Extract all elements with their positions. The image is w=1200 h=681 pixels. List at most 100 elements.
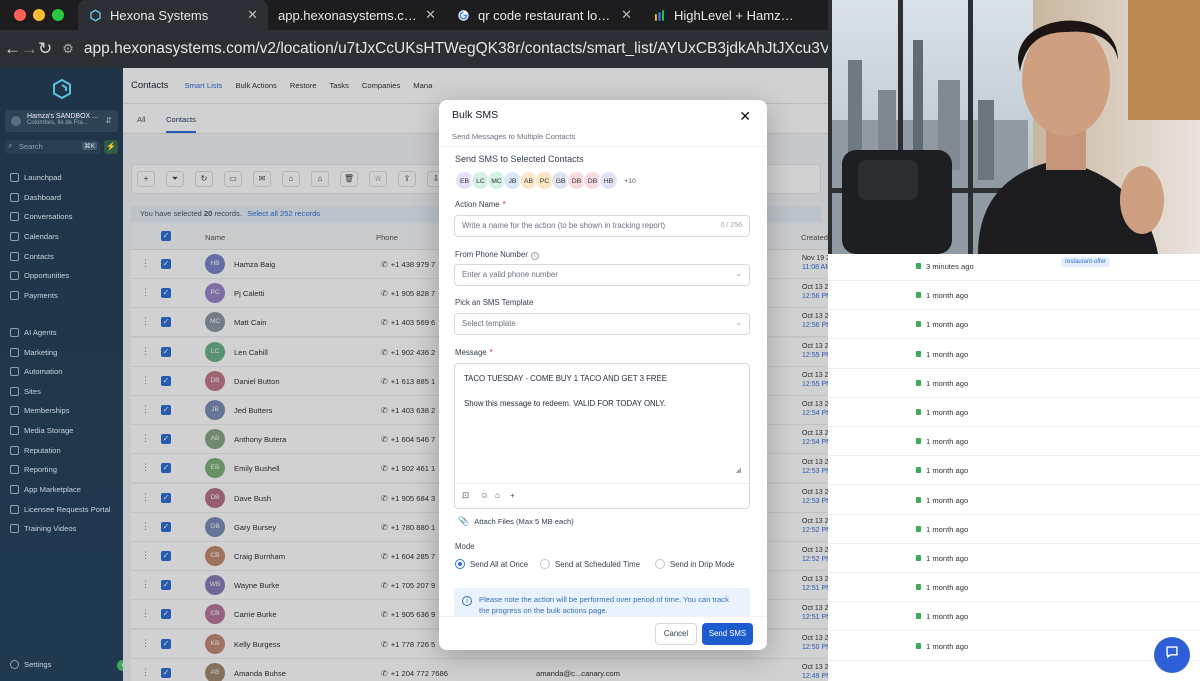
- paperclip-icon: 📎: [458, 516, 470, 526]
- sidebar-item-media-storage[interactable]: Media Storage: [10, 426, 73, 435]
- close-tab-icon[interactable]: ✕: [613, 7, 632, 23]
- close-tab-icon[interactable]: ✕: [239, 7, 258, 23]
- table-row[interactable]: 1 month ago: [828, 310, 1200, 340]
- browser-tab-google[interactable]: qr code restaurant loyalty pro ✕: [446, 0, 642, 30]
- last-activity: 1 month ago: [916, 466, 968, 475]
- table-row[interactable]: 3 minutes ago: [828, 252, 1200, 281]
- sidebar-item-label: Conversations: [24, 212, 73, 221]
- sidebar-item-sites[interactable]: Sites: [10, 387, 41, 396]
- send-sms-button[interactable]: Send SMS: [702, 623, 753, 645]
- cancel-button[interactable]: Cancel: [655, 623, 697, 645]
- divider: [455, 483, 749, 484]
- mode-scheduled-radio[interactable]: Send at Scheduled Time: [540, 559, 640, 569]
- sidebar-item-reporting[interactable]: Reporting: [10, 465, 57, 474]
- sidebar-item-label: Settings: [24, 660, 52, 669]
- attach-files-button[interactable]: 📎 Attach Files (Max 5 MB each): [458, 516, 574, 527]
- plus-icon[interactable]: +: [510, 490, 515, 500]
- site-settings-icon[interactable]: ⚙: [62, 41, 74, 57]
- table-row[interactable]: 1 month ago: [828, 486, 1200, 515]
- quick-actions-bolt-icon[interactable]: ⚡: [104, 140, 118, 154]
- sidebar-item-training-videos[interactable]: Training Videos: [10, 524, 76, 533]
- sidebar-item-reputation[interactable]: Reputation: [10, 446, 61, 455]
- action-name-input[interactable]: Write a name for the action (to be shown…: [454, 215, 750, 237]
- tab-label: HighLevel + Hamza Baig's Sp: [674, 7, 796, 23]
- close-icon[interactable]: ✕: [739, 108, 751, 125]
- account-switcher[interactable]: Hamza's SANDBOX ... Colombes, Ile de Fra…: [5, 110, 118, 132]
- last-activity: 1 month ago: [916, 350, 968, 359]
- gear-icon: [10, 660, 19, 669]
- table-row[interactable]: 1 month ago: [828, 398, 1200, 427]
- mode-send-all-radio[interactable]: Send All at Once: [455, 559, 528, 569]
- close-window-button[interactable]: [14, 9, 26, 21]
- sidebar-item-launchpad[interactable]: Launchpad: [10, 173, 62, 182]
- table-row[interactable]: 1 month ago: [828, 340, 1200, 369]
- sidebar-item-settings[interactable]: Settings: [10, 660, 51, 669]
- sidebar-item-payments[interactable]: Payments: [10, 291, 58, 300]
- table-row[interactable]: 1 month ago: [828, 369, 1200, 398]
- tag-badge: restaurant-offer: [1061, 257, 1110, 267]
- template-select[interactable]: Select template ⌄: [454, 313, 750, 335]
- back-arrow-icon[interactable]: ←: [4, 39, 21, 59]
- forward-arrow-icon[interactable]: →: [21, 39, 38, 59]
- sidebar-item-ai-agents[interactable]: AI Agents: [10, 328, 57, 337]
- url-field[interactable]: ⚙ app.hexonasystems.com/v2/location/u7tJ…: [62, 40, 830, 58]
- resize-handle-icon[interactable]: ◢: [736, 466, 741, 474]
- sidebar-item-contacts[interactable]: Contacts: [10, 252, 54, 261]
- sidebar-item-opportunities[interactable]: Opportunities: [10, 271, 69, 280]
- last-activity: 1 month ago: [916, 642, 968, 651]
- table-row[interactable]: 1 month ago: [828, 632, 1200, 661]
- browser-tab-url[interactable]: app.hexonasystems.com/v2/l ✕: [268, 0, 446, 30]
- radio-unselected: [655, 559, 665, 569]
- mode-drip-radio[interactable]: Send in Drip Mode: [655, 559, 735, 569]
- sidebar-item-conversations[interactable]: Conversations: [10, 212, 73, 221]
- sidebar-item-label: Licensee Requests Portal: [24, 505, 111, 514]
- table-row[interactable]: 1 month ago: [828, 515, 1200, 544]
- sidebar-item-icon: [10, 348, 19, 357]
- table-row[interactable]: 1 month ago: [828, 602, 1200, 632]
- browser-tab-highlevel[interactable]: HighLevel + Hamza Baig's Sp: [642, 0, 806, 30]
- close-tab-icon[interactable]: ✕: [417, 7, 436, 23]
- account-location: Colombes, Ile de Fra...: [27, 120, 88, 126]
- from-phone-select[interactable]: Enter a valid phone number ⌄: [454, 264, 750, 286]
- template-placeholder: Select template: [462, 319, 516, 328]
- table-row[interactable]: 1 month ago: [828, 427, 1200, 457]
- reload-icon[interactable]: ↻: [38, 39, 52, 59]
- browser-tab-hexona[interactable]: Hexona Systems ✕: [78, 0, 268, 30]
- message-textarea[interactable]: TACO TUESDAY - COME BUY 1 TACO AND GET 3…: [454, 363, 750, 509]
- contact-chip[interactable]: HB: [599, 171, 618, 190]
- sidebar-item-dashboard[interactable]: Dashboard: [10, 193, 61, 202]
- sidebar-item-calendars[interactable]: Calendars: [10, 232, 59, 241]
- sidebar-item-app-marketplace[interactable]: App Marketplace: [10, 485, 81, 494]
- maximize-window-button[interactable]: [52, 9, 64, 21]
- sidebar-item-marketing[interactable]: Marketing: [10, 348, 57, 357]
- radio-unselected: [540, 559, 550, 569]
- modal-footer: Cancel Send SMS: [439, 616, 767, 650]
- last-activity: 1 month ago: [916, 612, 968, 621]
- sidebar-item-icon: [10, 426, 19, 435]
- table-row[interactable]: 1 month ago: [828, 544, 1200, 573]
- hexona-logo-icon: [53, 78, 71, 100]
- sidebar-item-icon: [10, 387, 19, 396]
- table-row[interactable]: 1 month ago: [828, 573, 1200, 603]
- webcam-video: [828, 0, 1200, 254]
- minimize-window-button[interactable]: [33, 9, 45, 21]
- more-contacts-chip[interactable]: +10: [619, 171, 641, 190]
- sidebar-item-automation[interactable]: Automation: [10, 367, 62, 376]
- search-placeholder: Search: [19, 142, 43, 151]
- sidebar-item-icon: [10, 271, 19, 280]
- sidebar-item-licensee-requests-portal[interactable]: Licensee Requests Portal: [10, 505, 111, 514]
- chat-widget-button[interactable]: [1154, 637, 1190, 673]
- sidebar-item-memberships[interactable]: Memberships: [10, 406, 70, 415]
- sidebar-item-label: Reporting: [24, 465, 57, 474]
- template-label: Pick an SMS Template: [455, 298, 534, 307]
- last-activity: 1 month ago: [916, 320, 968, 329]
- sidebar-search[interactable]: ⌕ Search ⌘K: [5, 140, 100, 154]
- info-icon[interactable]: i: [530, 252, 539, 260]
- table-row[interactable]: 1 month ago: [828, 281, 1200, 311]
- table-row[interactable]: 1 month ago: [828, 456, 1200, 486]
- image-icon[interactable]: ⊡: [462, 490, 469, 501]
- sidebar-item-icon: [10, 505, 19, 514]
- table-row[interactable]: [828, 661, 1200, 681]
- emoji-icon[interactable]: ☺: [480, 490, 489, 500]
- tag-icon[interactable]: ⌂: [495, 490, 500, 500]
